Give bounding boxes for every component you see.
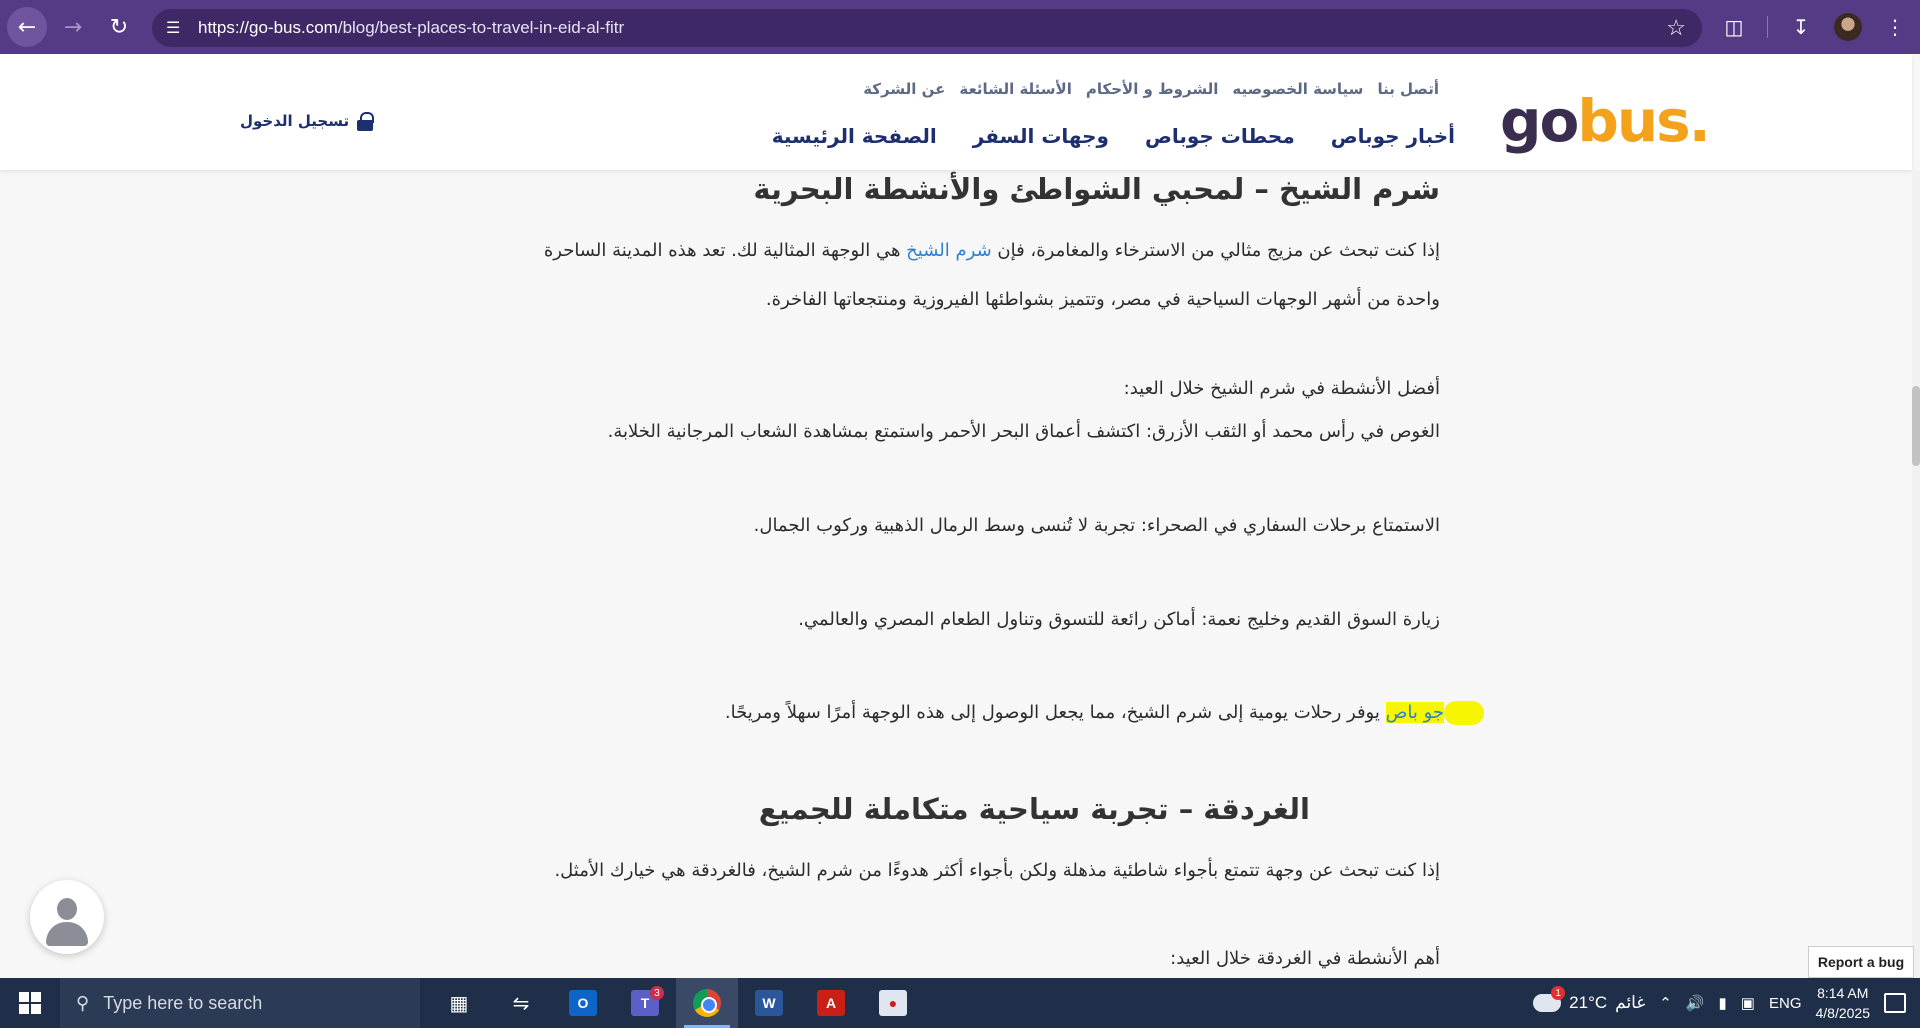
main-nav: الصفحة الرئيسية وجهات السفر محطات جوباص … [772,124,1455,148]
highlight-mark [1444,701,1484,725]
heading-hurghada: الغردقة – تجربة سياحية متكاملة للجميع [758,792,1310,826]
outlook-icon[interactable]: O [552,978,614,1028]
url-host: https://go-bus.com [198,18,338,37]
system-tray: 1 21°C غائم ⌃ 🔊 ▮ ▣ ENG 8:14 AM 4/8/2025 [1533,978,1920,1028]
network-icon[interactable]: ▣ [1741,994,1755,1012]
p1-start: إذا كنت تبحث عن مزيج مثالي من الاسترخاء … [991,240,1440,261]
activity-market: زيارة السوق القديم وخليج نعمة: أماكن رائ… [798,609,1440,630]
page-scrollbar[interactable] [1912,170,1920,978]
teams-icon[interactable]: T3 [614,978,676,1028]
nav-stations[interactable]: محطات جوباص [1145,124,1295,148]
logo-bus: bus. [1577,87,1710,155]
top-link-terms[interactable]: الشروط و الأحكام [1086,80,1219,98]
start-button[interactable] [0,978,60,1028]
chat-widget-button[interactable] [30,880,104,954]
url-path: /blog/best-places-to-travel-in-eid-al-fi… [337,18,625,37]
activity-diving: الغوص في رأس محمد أو الثقب الأزرق: اكتشف… [607,421,1440,442]
link-gobus[interactable]: جو باص [1385,702,1444,723]
top-links: عن الشركة الأسئلة الشائعة الشروط و الأحك… [863,80,1439,98]
back-icon[interactable]: ← [7,7,47,47]
search-icon: ⚲ [76,992,90,1013]
login-button[interactable]: تسجيل الدخول [240,112,375,131]
windows-taskbar: ⚲ Type here to search ▦ ⇋ O T3 W A ● 1 2… [0,978,1920,1028]
toolbar-divider [1767,16,1768,38]
activities-heading: أفضل الأنشطة في شرم الشيخ خلال العيد: [1123,378,1440,399]
weather-desc: غائم [1615,993,1646,1012]
lock-icon [357,112,375,131]
paragraph-hurghada: إذا كنت تبحث عن وجهة تتمتع بأجواء شاطئية… [554,860,1440,881]
nav-news[interactable]: أخبار جوباص [1331,124,1455,148]
address-bar[interactable]: ☰ https://go-bus.com/blog/best-places-to… [152,9,1702,47]
nav-home[interactable]: الصفحة الرئيسية [772,124,937,148]
clock-date: 4/8/2025 [1815,1005,1871,1021]
weather-widget[interactable]: 1 21°C غائم [1533,986,1646,1013]
nav-destinations[interactable]: وجهات السفر [973,124,1109,148]
teams-badge: 3 [650,986,664,1000]
gobus-note: جو باص يوفر رحلات يومية إلى شرم الشيخ، م… [724,701,1484,725]
battery-icon[interactable]: ▮ [1719,994,1727,1012]
widgets-icon[interactable]: ⇋ [490,978,552,1028]
login-label: تسجيل الدخول [240,112,350,130]
volume-icon[interactable]: 🔊 [1686,994,1705,1012]
word-icon[interactable]: W [738,978,800,1028]
report-bug-button[interactable]: Report a bug [1808,946,1914,978]
scrollbar-thumb[interactable] [1912,386,1920,466]
site-header: عن الشركة الأسئلة الشائعة الشروط و الأحك… [0,54,1912,170]
weather-badge: 1 [1551,986,1566,1000]
gobus-note-text: يوفر رحلات يومية إلى شرم الشيخ، مما يجعل… [724,702,1386,723]
paragraph-sharm-1: إذا كنت تبحث عن مزيج مثالي من الاسترخاء … [544,240,1440,261]
browser-toolbar: ← → ↻ ☰ https://go-bus.com/blog/best-pla… [0,0,1920,54]
gobus-logo[interactable]: gobus. [1500,92,1711,150]
site-info-icon[interactable]: ☰ [166,18,186,38]
user-silhouette-body [46,922,88,946]
language-indicator[interactable]: ENG [1769,995,1802,1012]
forward-icon[interactable]: → [53,7,93,47]
activity-safari: الاستمتاع برحلات السفاري في الصحراء: تجر… [753,515,1440,536]
snipping-tool-icon[interactable]: ● [862,978,924,1028]
logo-go: go [1500,87,1579,155]
profile-avatar[interactable] [1834,13,1862,41]
taskbar-search[interactable]: ⚲ Type here to search [60,978,420,1028]
clock-time: 8:14 AM [1817,985,1869,1001]
heading-sharm: شرم الشيخ – لمحبي الشواطئ والأنشطة البحر… [753,172,1440,206]
top-link-privacy[interactable]: سياسة الخصوصيه [1232,80,1363,98]
top-link-contact[interactable]: أتصل بنا [1377,80,1439,98]
download-icon[interactable]: ↧ [1786,15,1816,39]
cloud-icon: 1 [1533,986,1566,1012]
chrome-icon[interactable] [676,978,738,1028]
menu-kebab-icon[interactable]: ⋮ [1880,15,1910,39]
bookmark-star-icon[interactable]: ☆ [1666,15,1686,41]
p1-end: هي الوجهة المثالية لك. تعد هذه المدينة ا… [543,240,907,261]
paragraph-sharm-2: واحدة من أشهر الوجهات السياحية في مصر، و… [765,289,1440,310]
clock[interactable]: 8:14 AM 4/8/2025 [1816,983,1871,1023]
top-link-faq[interactable]: الأسئلة الشائعة [959,80,1072,98]
search-placeholder: Type here to search [103,992,263,1013]
user-silhouette-icon [57,898,77,920]
link-sharm[interactable]: شرم الشيخ [906,240,991,261]
extensions-icon[interactable]: ◫ [1719,15,1749,39]
acrobat-icon[interactable]: A [800,978,862,1028]
top-link-about[interactable]: عن الشركة [863,80,945,98]
windows-logo-icon [19,992,41,1014]
chevron-up-icon[interactable]: ⌃ [1659,994,1672,1012]
notification-icon[interactable] [1884,993,1906,1013]
hurghada-activities-heading: أهم الأنشطة في الغردقة خلال العيد: [1170,948,1440,969]
reload-icon[interactable]: ↻ [99,7,139,47]
weather-temp: 21°C [1569,993,1608,1012]
task-view-icon[interactable]: ▦ [428,978,490,1028]
